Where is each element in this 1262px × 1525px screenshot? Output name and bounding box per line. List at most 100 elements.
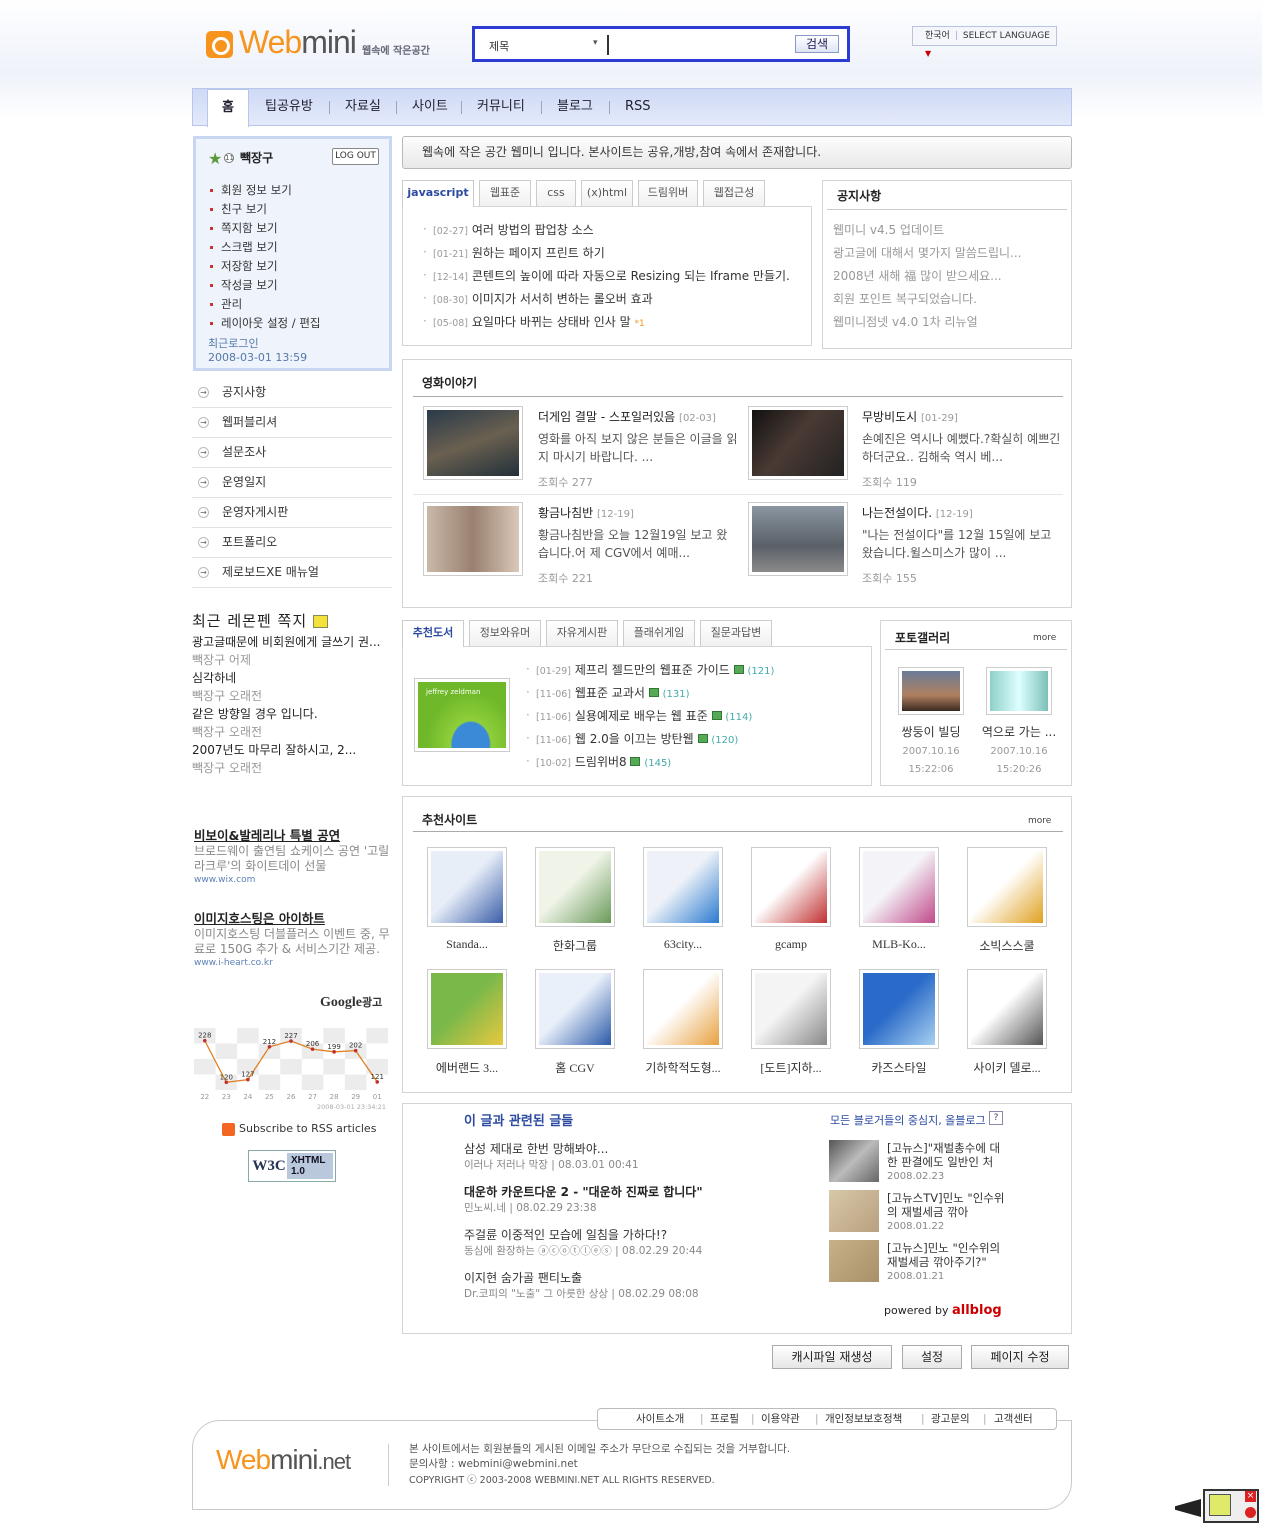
regenerate-cache-button[interactable]: 캐시파일 재생성 <box>772 1345 892 1369</box>
list-item[interactable]: [05-08] 요일마다 바뀌는 상태바 인사 말 *1 <box>423 310 790 334</box>
footer-link-ads[interactable]: 광고문의 <box>931 1409 970 1429</box>
related-post-title[interactable]: 주걸륜 이중적인 모습에 일침을 가하다!? <box>464 1226 667 1243</box>
tab-flash-game[interactable]: 플래쉬게임 <box>623 620 695 646</box>
side-menu-item[interactable]: → 웹퍼블리셔 <box>192 408 392 438</box>
site-thumbnail[interactable] <box>967 847 1047 927</box>
movie-post-title[interactable]: 황금나침반 [12-19] <box>538 504 634 521</box>
related-post-title[interactable]: 이지현 숨가골 팬티노출 <box>464 1269 582 1286</box>
book-cover[interactable]: jeffrey zeldman <box>414 678 510 752</box>
notice-item[interactable]: 광고글에 대해서 몇가지 말씀드립니... <box>833 241 1022 265</box>
member-menu-item[interactable]: 작성글 보기 <box>210 276 320 295</box>
footer-link-privacy[interactable]: 개인정보보호정책 <box>825 1409 902 1429</box>
allblog-post-title[interactable]: [고뉴스]민노 "인수위의 재벌세금 깎아주기?" <box>887 1241 1007 1269</box>
nav-tab-tips[interactable]: 팁공유방 <box>265 89 313 127</box>
related-post-title[interactable]: 삼성 제대로 한번 망해봐야... <box>464 1140 608 1157</box>
site-thumbnail[interactable] <box>643 969 723 1049</box>
nav-tab-resources[interactable]: 자료실 <box>345 89 381 127</box>
search-category-select[interactable]: 제목 <box>489 38 599 54</box>
list-item[interactable]: [11-06] 웹표준 교과서 (131) <box>526 681 774 705</box>
nickname[interactable]: 빽장구 <box>240 149 273 166</box>
footer-link-about[interactable]: 사이트소개 <box>636 1409 684 1429</box>
allblog-thumbnail[interactable] <box>829 1190 879 1232</box>
list-item[interactable]: [01-21] 원하는 페이지 프린트 하기 <box>423 241 790 265</box>
site-logo[interactable]: Webmini 웹속에 작은공간 <box>206 24 436 64</box>
site-thumbnail[interactable] <box>751 969 831 1049</box>
tab-css[interactable]: css <box>536 180 576 206</box>
gallery-item-title[interactable]: 역으로 가는 ... <box>979 723 1059 740</box>
site-thumbnail[interactable] <box>643 847 723 927</box>
member-menu-item[interactable]: 스크랩 보기 <box>210 238 320 257</box>
tab-dreamweaver[interactable]: 드림위버 <box>638 180 698 206</box>
tab-webstandard[interactable]: 웹표준 <box>479 180 531 206</box>
side-menu-item[interactable]: → 설문조사 <box>192 438 392 468</box>
site-thumbnail[interactable] <box>535 969 615 1049</box>
tab-javascript[interactable]: javascript <box>402 180 474 207</box>
settings-button[interactable]: 설정 <box>902 1345 962 1369</box>
movie-thumbnail[interactable] <box>748 502 848 576</box>
footer-link-terms[interactable]: 이용약관 <box>761 1409 800 1429</box>
list-item[interactable]: [10-02] 드림위버8 (145) <box>526 750 774 774</box>
lemonpen-note[interactable]: 심각하네 <box>192 669 392 687</box>
site-name[interactable]: 소빅스스쿨 <box>951 937 1063 954</box>
movie-thumbnail[interactable] <box>423 406 523 480</box>
notice-item[interactable]: 2008년 새해 福 많이 받으세요... <box>833 264 1022 288</box>
side-menu-item[interactable]: → 공지사항 <box>192 378 392 408</box>
gallery-thumbnail[interactable] <box>986 667 1052 715</box>
list-item[interactable]: [11-06] 실용예제로 배우는 웹 표준 (114) <box>526 704 774 728</box>
allblog-thumbnail[interactable] <box>829 1240 879 1282</box>
movie-thumbnail[interactable] <box>423 502 523 576</box>
tab-free-board[interactable]: 자유게시판 <box>546 620 618 646</box>
site-name[interactable]: 홈 CGV <box>519 1059 631 1076</box>
member-menu-item[interactable]: 친구 보기 <box>210 200 320 219</box>
text-ad[interactable]: 비보이&발레리나 특별 공연 브로드웨이 출연팀 쇼케이스 공연 '고릴라크루'의… <box>194 828 394 887</box>
site-name[interactable]: MLB-Ko... <box>843 937 955 952</box>
list-item[interactable]: [11-06] 웹 2.0을 이끄는 방탄웹 (120) <box>526 727 774 751</box>
site-thumbnail[interactable] <box>427 847 507 927</box>
site-thumbnail[interactable] <box>535 847 615 927</box>
allblog-title[interactable]: 모든 블로거들의 중심지, 올블로그 <box>830 1112 986 1128</box>
movie-post-title[interactable]: 나는전설이다. [12-19] <box>862 504 973 521</box>
side-menu-item[interactable]: → 제로보드XE 매뉴얼 <box>192 558 392 588</box>
lemonpen-note[interactable]: 광고글때문에 비회원에게 글쓰기 권... <box>192 633 392 651</box>
list-item[interactable]: [12-14] 콘텐트의 높이에 따라 자동으로 Resizing 되는 Ifr… <box>423 264 790 288</box>
gallery-more-link[interactable]: more <box>1033 633 1056 643</box>
footer-logo[interactable]: Webmini.net <box>216 1444 351 1476</box>
nav-tab-home[interactable]: 홈 <box>207 89 249 127</box>
nav-tab-sites[interactable]: 사이트 <box>412 89 448 127</box>
text-ad[interactable]: 이미지호스팅은 아이하트 이미지호스팅 더블플러스 이벤트 중, 무료로 150G… <box>194 911 394 970</box>
language-selector[interactable]: 한국어 | SELECT LANGUAGE ▼ <box>912 26 1057 58</box>
corner-widget[interactable]: × <box>1175 1485 1262 1525</box>
close-icon[interactable]: × <box>1245 1491 1256 1502</box>
site-name[interactable]: 에버랜드 3... <box>411 1059 523 1076</box>
site-name[interactable]: 한화그룹 <box>519 937 631 954</box>
footer-link-support[interactable]: 고객센터 <box>994 1409 1033 1429</box>
google-ads-label[interactable]: Google광고 <box>320 994 382 1011</box>
member-menu-item[interactable]: 관리 <box>210 295 320 314</box>
tab-books[interactable]: 추천도서 <box>402 620 464 647</box>
rss-subscribe-link[interactable]: Subscribe to RSS articles <box>222 1122 376 1136</box>
tab-accessibility[interactable]: 웹접근성 <box>703 180 765 206</box>
tab-info-humor[interactable]: 정보와유머 <box>469 620 541 646</box>
gallery-item-title[interactable]: 쌍둥이 빌딩 <box>891 723 971 740</box>
site-thumbnail[interactable] <box>967 969 1047 1049</box>
list-item[interactable]: [01-29] 제프리 젤드만의 웹표준 가이드 (121) <box>526 658 774 682</box>
powered-by[interactable]: powered by allblog <box>884 1303 1002 1318</box>
site-thumbnail[interactable] <box>751 847 831 927</box>
footer-link-profile[interactable]: 프로필 <box>710 1409 739 1429</box>
notice-item[interactable]: 웹미니 v4.5 업데이트 <box>833 218 1022 242</box>
movie-post-title[interactable]: 더게임 결말 - 스포일러있음 [02-03] <box>538 408 716 425</box>
edit-page-button[interactable]: 페이지 수정 <box>971 1345 1069 1369</box>
site-thumbnail[interactable] <box>859 969 939 1049</box>
allblog-thumbnail[interactable] <box>829 1140 879 1182</box>
side-menu-item[interactable]: → 운영자게시판 <box>192 498 392 528</box>
lemonpen-note[interactable]: 2007년도 마무리 잘하시고, 2... <box>192 741 392 759</box>
notice-item[interactable]: 웹미니점넷 v4.0 1차 리뉴얼 <box>833 310 1022 334</box>
site-name[interactable]: 기하학적도형... <box>627 1059 739 1076</box>
help-icon[interactable]: ? <box>989 1111 1003 1125</box>
movie-post-title[interactable]: 무방비도시 [01-29] <box>862 408 958 425</box>
site-name[interactable]: 카즈스타일 <box>843 1059 955 1076</box>
site-name[interactable]: 63city... <box>627 937 739 952</box>
site-thumbnail[interactable] <box>859 847 939 927</box>
nav-tab-blog[interactable]: 블로그 <box>557 89 593 127</box>
tab-xhtml[interactable]: (x)html <box>581 180 633 206</box>
